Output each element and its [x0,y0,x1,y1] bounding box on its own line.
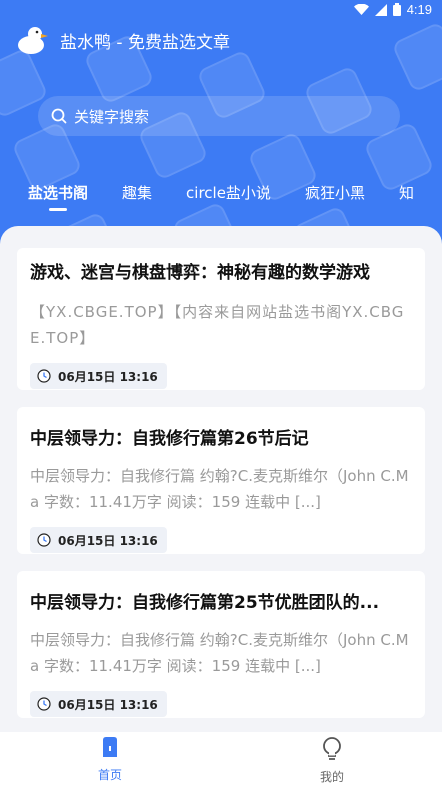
nav-profile[interactable]: 我的 [292,732,372,785]
signal-icon [374,3,387,16]
article-date: 06月15日 13:16 [58,533,158,548]
wifi-icon [353,3,369,15]
article-description: 【YX.CBGE.TOP】【内容来自网站盐选书阁YX.CBGE.TOP】 [30,303,405,347]
clock-icon [37,533,51,547]
article-description: 中层领导力：自我修行篇 约翰?C.麦克斯维尔（John C.Ma 字数：11.4… [30,467,409,511]
article-card[interactable]: 游戏、迷宫与棋盘博弈：神秘有趣的数学游戏 【YX.CBGE.TOP】【内容来自网… [17,248,425,390]
profile-icon [323,737,341,760]
status-time: 4:19 [406,2,432,17]
duck-logo-icon [18,27,48,54]
tab-zhi[interactable]: 知 [399,182,414,203]
article-date: 06月15日 13:16 [58,369,158,384]
app-header: 盐水鸭 - 免费盐选文章 [16,22,230,58]
article-description: 中层领导力：自我修行篇 约翰?C.麦克斯维尔（John C.Ma 字数：11.4… [30,631,409,675]
status-bar: 4:19 [0,0,442,20]
article-title: 中层领导力：自我修行篇第26节后记 [30,429,309,449]
article-list: 游戏、迷宫与棋盘博弈：神秘有趣的数学游戏 【YX.CBGE.TOP】【内容来自网… [0,226,442,787]
article-title: 中层领导力：自我修行篇第25节优胜团队的... [30,593,380,613]
article-title: 游戏、迷宫与棋盘博弈：神秘有趣的数学游戏 [30,263,370,283]
article-date: 06月15日 13:16 [58,697,158,712]
home-icon [103,737,117,757]
bottom-nav: 首页 我的 [0,732,442,787]
battery-icon [392,3,401,16]
article-card[interactable]: 中层领导力：自我修行篇第26节后记 中层领导力：自我修行篇 约翰?C.麦克斯维尔… [17,407,425,554]
date-badge: 06月15日 13:16 [30,691,167,717]
clock-icon [37,697,51,711]
tab-quji[interactable]: 趣集 [122,182,152,203]
article-card[interactable]: 中层领导力：自我修行篇第25节优胜团队的... 中层领导力：自我修行篇 约翰?C… [17,571,425,718]
date-badge: 06月15日 13:16 [30,527,167,553]
nav-profile-label: 我的 [319,770,344,784]
app-title: 盐水鸭 - 免费盐选文章 [60,32,230,53]
tab-fengkuang-xiaohei[interactable]: 疯狂小黑 [305,182,365,203]
search-input[interactable]: 关键字搜索 [38,96,400,136]
search-icon [51,108,67,124]
tab-yanxuan-shuge[interactable]: 盐选书阁 [28,182,88,211]
nav-home-label: 首页 [97,768,122,782]
nav-home[interactable]: 首页 [70,732,150,783]
category-tabs: 盐选书阁 趣集 circle盐小说 疯狂小黑 知 [28,182,442,216]
clock-icon [37,369,51,383]
search-placeholder: 关键字搜索 [74,107,150,126]
tab-circle-novel[interactable]: circle盐小说 [186,182,271,203]
date-badge: 06月15日 13:16 [30,363,167,389]
